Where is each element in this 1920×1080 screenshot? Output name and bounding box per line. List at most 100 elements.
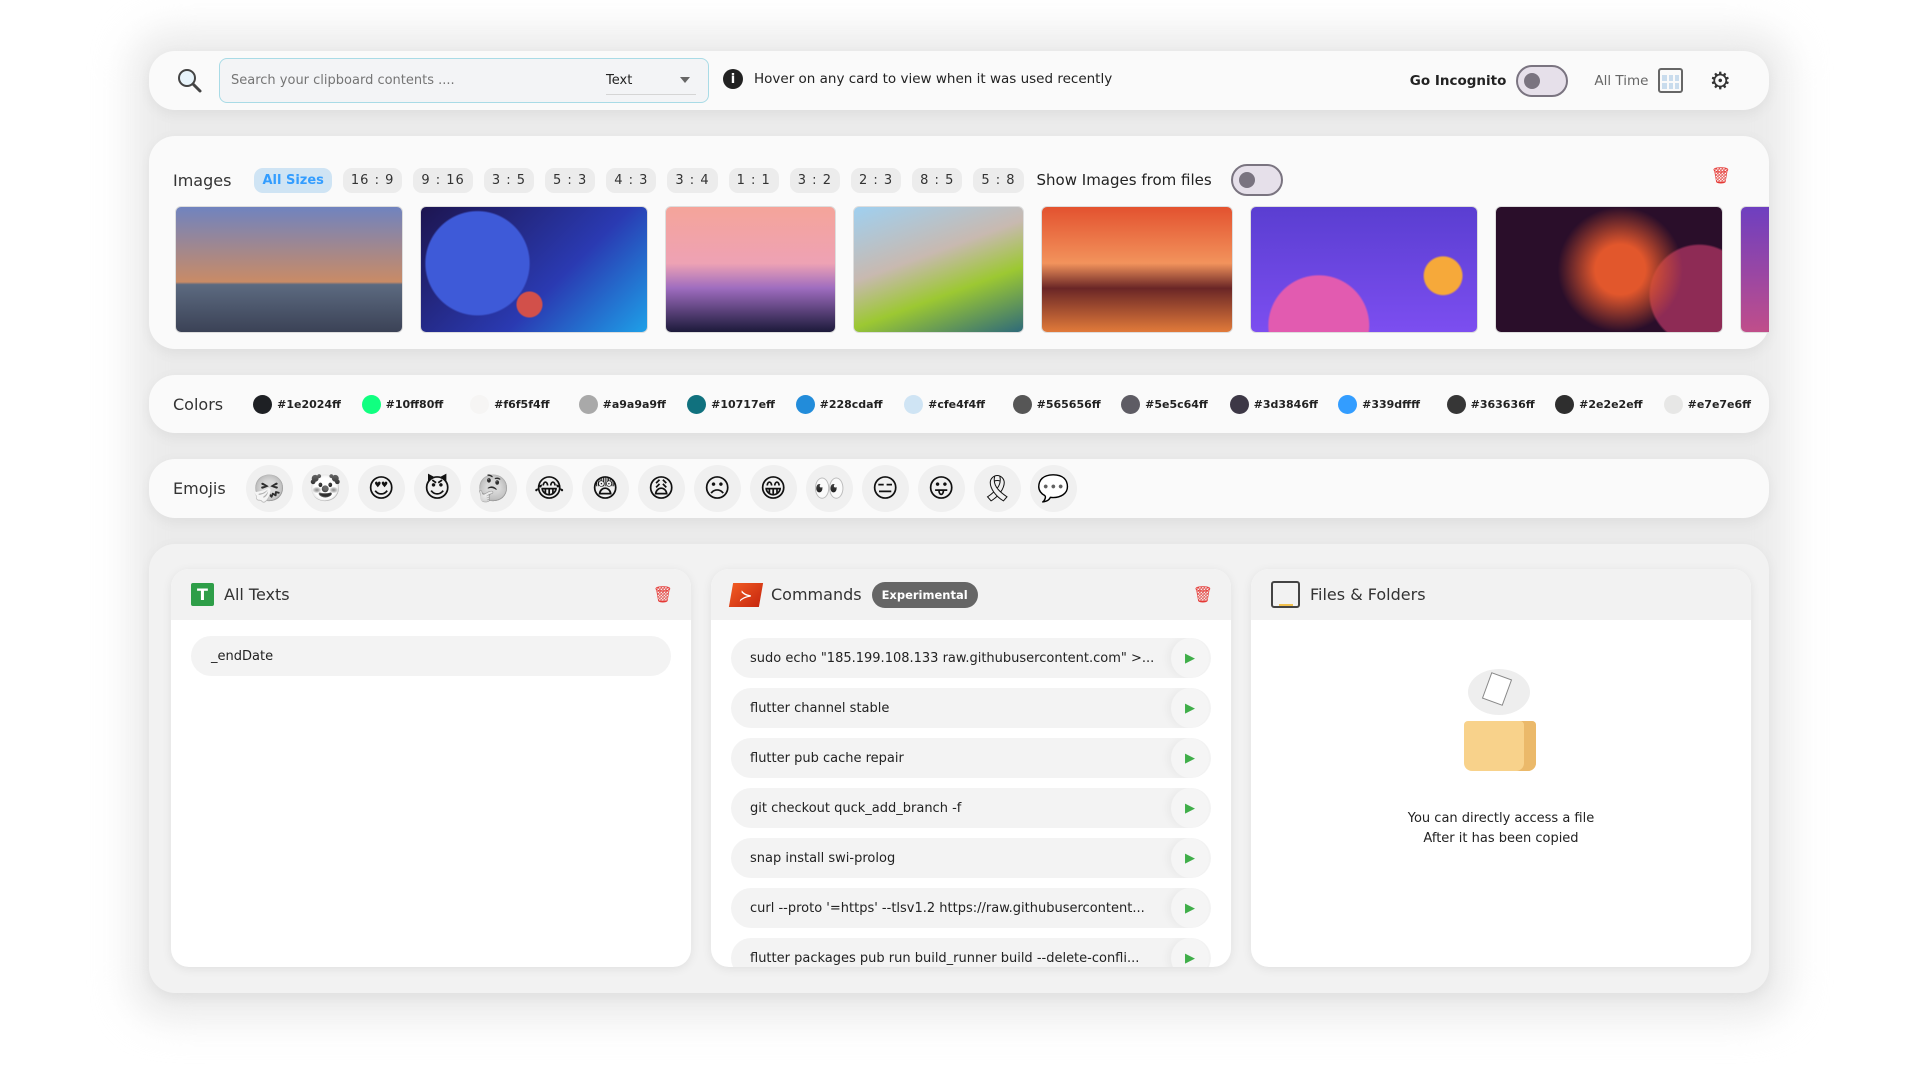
image-thumbnail[interactable] (175, 206, 403, 333)
command-item[interactable]: curl --proto '=https' --tlsv1.2 https://… (731, 888, 1211, 928)
run-command-button[interactable]: ▶ (1171, 788, 1209, 828)
size-chip[interactable]: 3 : 5 (483, 167, 535, 193)
command-item[interactable]: flutter channel stable ▶ (731, 688, 1211, 728)
emoji-item[interactable]: 🤔 (469, 465, 517, 512)
images-section: Images All Sizes 16 : 9 9 : 16 3 : 5 5 : 3 4 … (149, 136, 1769, 349)
image-thumbnail[interactable] (420, 206, 648, 333)
color-item[interactable]: #565656ff (1012, 394, 1122, 414)
color-swatch (1121, 394, 1141, 414)
clips-area: T All Texts 🗑 _endDate ≻ Commands Experiment… (149, 544, 1769, 993)
command-item[interactable]: git checkout quck_add_branch -f ▶ (731, 788, 1211, 828)
info-icon: i (723, 69, 743, 89)
trash-icon[interactable]: 🗑 (1193, 585, 1213, 604)
emoji-item[interactable]: 🤡 (301, 465, 349, 512)
type-select[interactable]: Text (606, 67, 696, 95)
color-hex: #2e2e2eff (1579, 397, 1643, 411)
emoji-item[interactable]: 😩 (637, 465, 685, 512)
emoji-item[interactable]: 😁 (749, 465, 797, 512)
calendar-icon[interactable] (1658, 68, 1684, 93)
size-chip[interactable]: 9 : 16 (413, 167, 473, 193)
run-command-button[interactable]: ▶ (1171, 938, 1209, 967)
empty-folder-illustration (1456, 669, 1546, 779)
panel-title: All Texts (224, 585, 290, 604)
image-thumbnail[interactable] (853, 206, 1024, 333)
color-swatch (1012, 394, 1032, 414)
emoji-item[interactable]: 💬 (1029, 465, 1077, 512)
incognito-label: Go Incognito (1409, 72, 1507, 89)
run-command-button[interactable]: ▶ (1171, 738, 1209, 778)
emoji-item[interactable]: 🤧 (245, 465, 293, 512)
command-item[interactable]: flutter packages pub run build_runner bu… (731, 938, 1211, 967)
emoji-item[interactable]: ☹ (693, 465, 741, 512)
color-swatch (1555, 394, 1575, 414)
emoji-item[interactable]: 👀 (805, 465, 853, 512)
color-item[interactable]: #e7e7e6ff (1663, 394, 1773, 414)
color-item[interactable]: #5e5c64ff (1121, 394, 1230, 414)
panel-title: Files & Folders (1310, 585, 1426, 604)
image-thumbnail[interactable] (1495, 206, 1723, 333)
incognito-toggle[interactable] (1516, 64, 1569, 97)
color-hex: #10ff80ff (385, 397, 444, 411)
trash-icon[interactable]: 🗑 (653, 585, 673, 604)
command-text: curl --proto '=https' --tlsv1.2 https://… (750, 900, 1145, 916)
emojis-label: Emojis (173, 479, 226, 498)
size-chip[interactable]: 16 : 9 (342, 167, 403, 193)
emoji-item[interactable]: 😛 (917, 465, 965, 512)
search-input[interactable] (220, 73, 606, 88)
chevron-down-icon (680, 77, 690, 83)
color-item[interactable]: #a9a9a9ff (578, 394, 688, 414)
size-chip[interactable]: 5 : 8 (973, 167, 1024, 193)
trash-icon[interactable]: 🗑 (1711, 166, 1731, 185)
size-chip[interactable]: All Sizes (254, 167, 332, 193)
image-thumbnail[interactable] (1041, 206, 1233, 333)
run-command-button[interactable]: ▶ (1171, 688, 1209, 728)
text-clip[interactable]: _endDate (191, 636, 671, 676)
emoji-item[interactable]: 😨 (581, 465, 629, 512)
size-chip[interactable]: 4 : 3 (606, 167, 657, 193)
size-chip[interactable]: 2 : 3 (850, 167, 902, 193)
emoji-item[interactable]: 😂 (525, 465, 573, 512)
command-item[interactable]: snap install swi-prolog ▶ (731, 838, 1211, 878)
color-swatch (361, 394, 381, 414)
image-thumbnail[interactable] (1740, 206, 1769, 333)
search-field[interactable]: Text (219, 58, 709, 103)
color-hex: #228cdaff (819, 397, 883, 411)
run-command-button[interactable]: ▶ (1171, 888, 1209, 928)
color-swatch (1446, 394, 1466, 414)
color-item[interactable]: #1e2024ff (253, 394, 362, 414)
emoji-item[interactable]: 😑 (861, 465, 909, 512)
size-chip[interactable]: 8 : 5 (912, 167, 963, 193)
emoji-item[interactable]: 😍 (357, 465, 405, 512)
size-chip[interactable]: 5 : 3 (545, 167, 596, 193)
color-swatch (578, 394, 598, 414)
search-icon[interactable] (177, 68, 203, 94)
size-chip[interactable]: 3 : 2 (789, 167, 840, 193)
size-chip[interactable]: 3 : 4 (667, 167, 718, 193)
emoji-item[interactable]: 😈 (413, 465, 461, 512)
info-text: Hover on any card to view when it was us… (754, 71, 1113, 87)
color-hex: #a9a9a9ff (602, 397, 666, 411)
commands-panel: ≻ Commands Experimental 🗑 sudo echo "185.19… (711, 569, 1231, 967)
color-item[interactable]: #10717eff (687, 394, 796, 414)
image-thumbnail[interactable] (665, 206, 836, 333)
color-item[interactable]: #cfe4f4ff (904, 394, 1013, 414)
color-item[interactable]: #3d3846ff (1229, 394, 1339, 414)
run-command-button[interactable]: ▶ (1171, 638, 1209, 678)
run-command-button[interactable]: ▶ (1171, 838, 1209, 878)
command-item[interactable]: flutter pub cache repair ▶ (731, 738, 1211, 778)
color-hex: #cfe4f4ff (928, 397, 986, 411)
color-item[interactable]: #228cdaff (795, 394, 905, 414)
color-item[interactable]: #339dffff (1338, 394, 1447, 414)
color-item[interactable]: #363636ff (1446, 394, 1556, 414)
time-filter-label[interactable]: All Time (1594, 73, 1648, 89)
size-chip[interactable]: 1 : 1 (728, 167, 779, 193)
emoji-item[interactable]: 🎗 (973, 465, 1021, 512)
command-item[interactable]: sudo echo "185.199.108.133 raw.githubuse… (731, 638, 1211, 678)
color-item[interactable]: #10ff80ff (361, 394, 471, 414)
image-thumbnail[interactable] (1250, 206, 1478, 333)
color-item[interactable]: #f6f5f4ff (470, 394, 579, 414)
gear-icon[interactable]: ⚙ (1709, 67, 1731, 95)
info-hint: i Hover on any card to view when it was u… (723, 69, 1112, 89)
show-files-toggle[interactable] (1230, 164, 1283, 196)
color-item[interactable]: #2e2e2eff (1555, 394, 1664, 414)
